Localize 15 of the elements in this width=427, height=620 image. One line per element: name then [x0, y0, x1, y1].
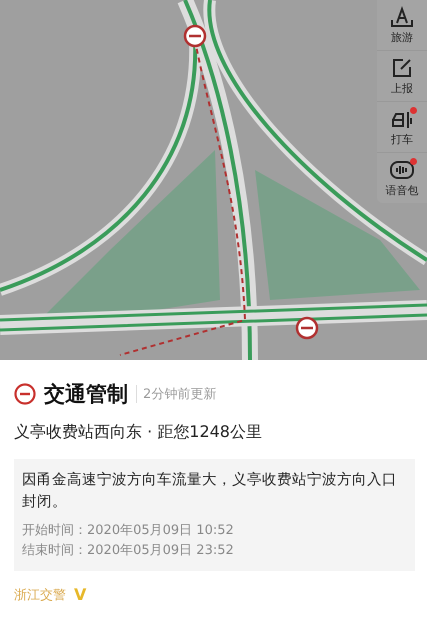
toolbar-button[interactable]: 上报 [377, 51, 427, 102]
location-text: 义亭收费站西向东 · 距您1248公里 [14, 422, 263, 443]
no-entry-icon [14, 383, 36, 405]
edit-icon [391, 57, 413, 79]
voice-icon [389, 159, 415, 181]
incident-title: 交通管制 [44, 381, 128, 408]
toolbar-button[interactable]: 语音包 [377, 153, 427, 203]
toolbar-button[interactable]: 打车 [377, 102, 427, 153]
description-text: 因甬金高速宁波方向车流量大，义亭收费站宁波方向入口封闭。 [22, 470, 398, 512]
update-time: 2分钟前更新 [136, 385, 216, 403]
source-name: 浙江交警 [14, 586, 66, 604]
end-time: 结束时间：2020年05月09日 23:52 [22, 542, 235, 560]
start-time: 开始时间：2020年05月09日 10:52 [22, 522, 235, 540]
verified-mark: V [74, 585, 86, 604]
toolbar-button[interactable]: 旅游 [377, 0, 427, 51]
